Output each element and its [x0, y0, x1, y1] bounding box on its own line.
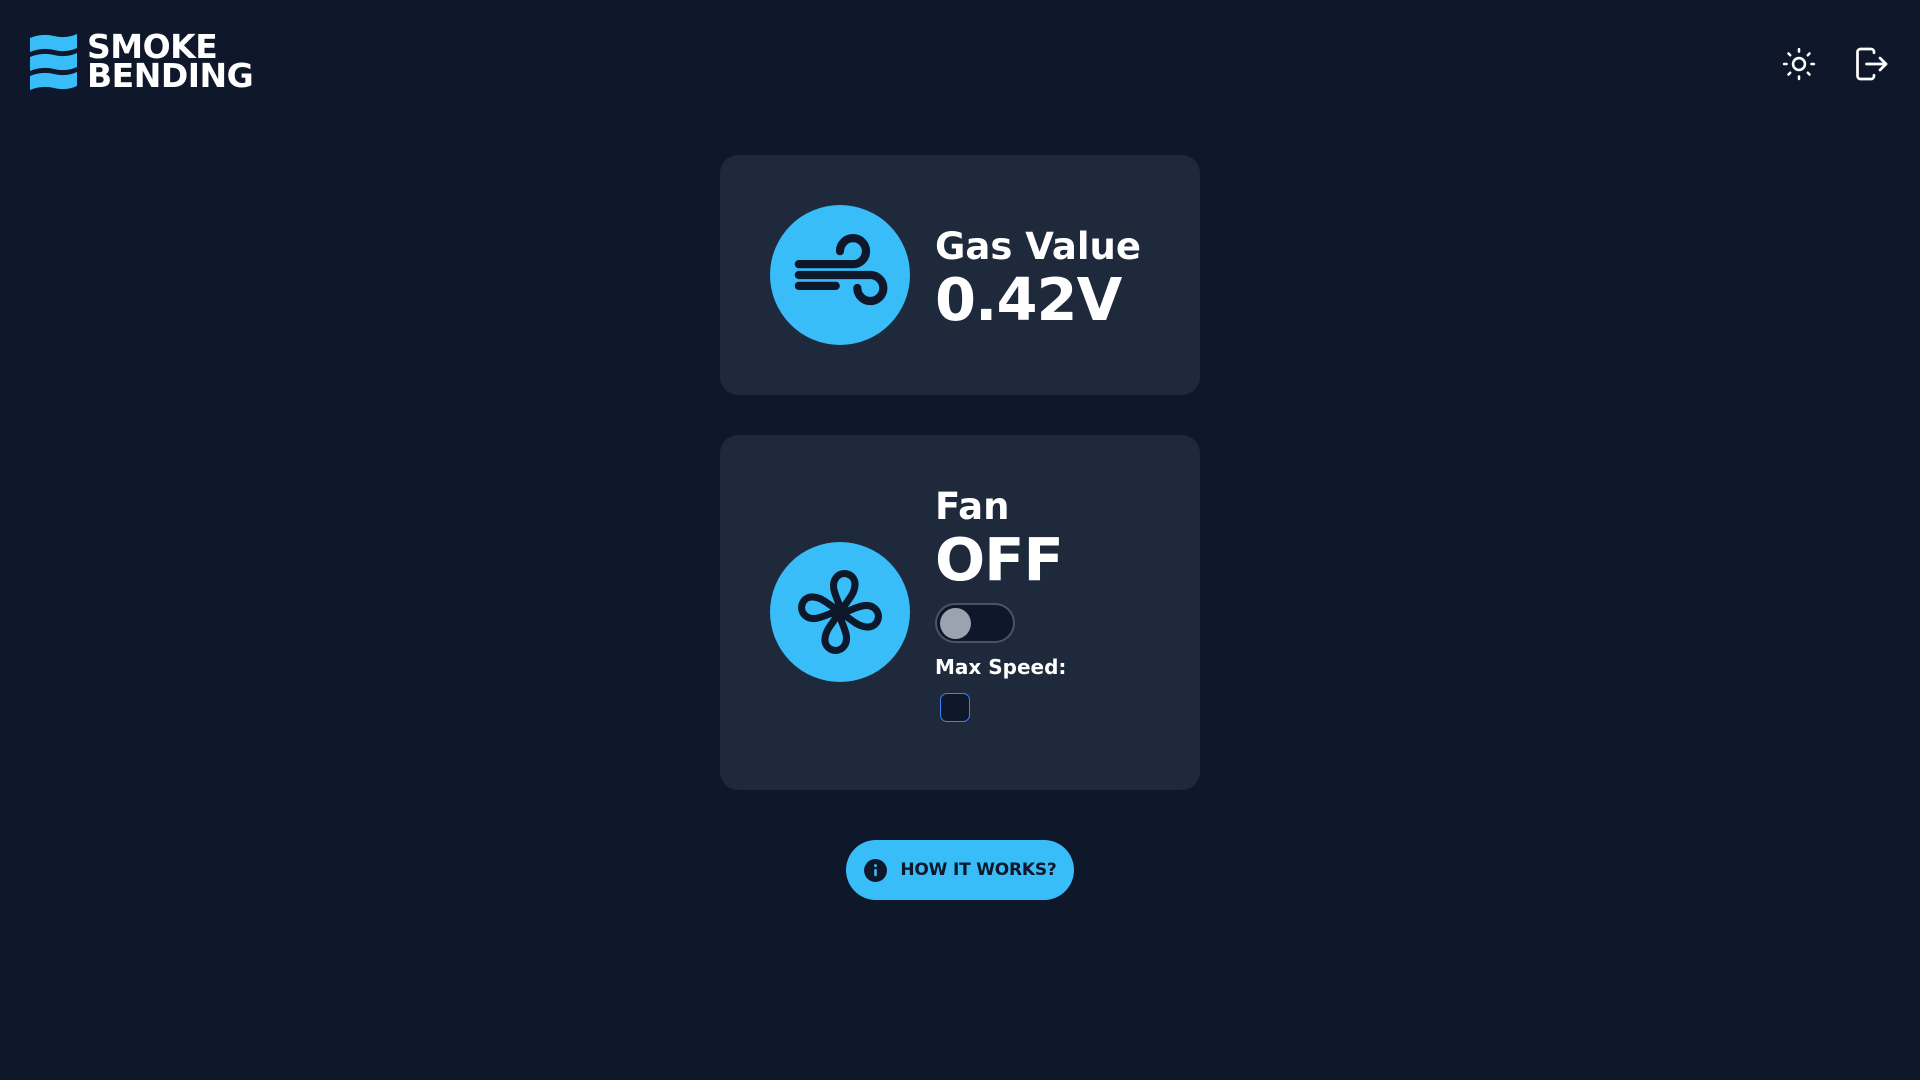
- gas-value-card: Gas Value 0.42V: [720, 155, 1200, 395]
- brand-logo[interactable]: SMOKE BENDING: [30, 30, 254, 95]
- sun-icon: [1782, 47, 1816, 81]
- brand-line-2: BENDING: [87, 55, 254, 95]
- fan-icon-circle: [770, 542, 910, 682]
- app-header: SMOKE BENDING: [0, 0, 1920, 120]
- logo-mark-icon: [30, 34, 77, 90]
- info-icon: [864, 858, 888, 882]
- gas-icon-circle: [770, 205, 910, 345]
- gas-label: Gas Value: [935, 225, 1141, 268]
- fan-label: Fan: [935, 485, 1010, 528]
- logout-button[interactable]: [1852, 45, 1890, 83]
- fan-text: Fan OFF Max Speed:: [935, 485, 1066, 722]
- fan-status: OFF: [935, 525, 1064, 594]
- how-it-works-label: HOW IT WORKS?: [900, 860, 1057, 880]
- fan-icon: [798, 570, 882, 654]
- max-speed-label: Max Speed:: [935, 655, 1067, 679]
- toggle-knob: [940, 608, 971, 639]
- wind-icon: [794, 234, 888, 306]
- how-it-works-button[interactable]: HOW IT WORKS?: [846, 840, 1074, 900]
- brand-wordmark: SMOKE BENDING: [87, 30, 254, 95]
- fan-card: Fan OFF Max Speed:: [720, 435, 1200, 790]
- header-actions: [1780, 45, 1890, 83]
- gas-value: 0.42V: [935, 265, 1122, 334]
- gas-text: Gas Value 0.42V: [935, 225, 1141, 331]
- max-speed-input[interactable]: [940, 693, 970, 722]
- theme-toggle-button[interactable]: [1780, 45, 1818, 83]
- logout-icon: [1856, 47, 1888, 81]
- fan-toggle-switch[interactable]: [935, 603, 1015, 643]
